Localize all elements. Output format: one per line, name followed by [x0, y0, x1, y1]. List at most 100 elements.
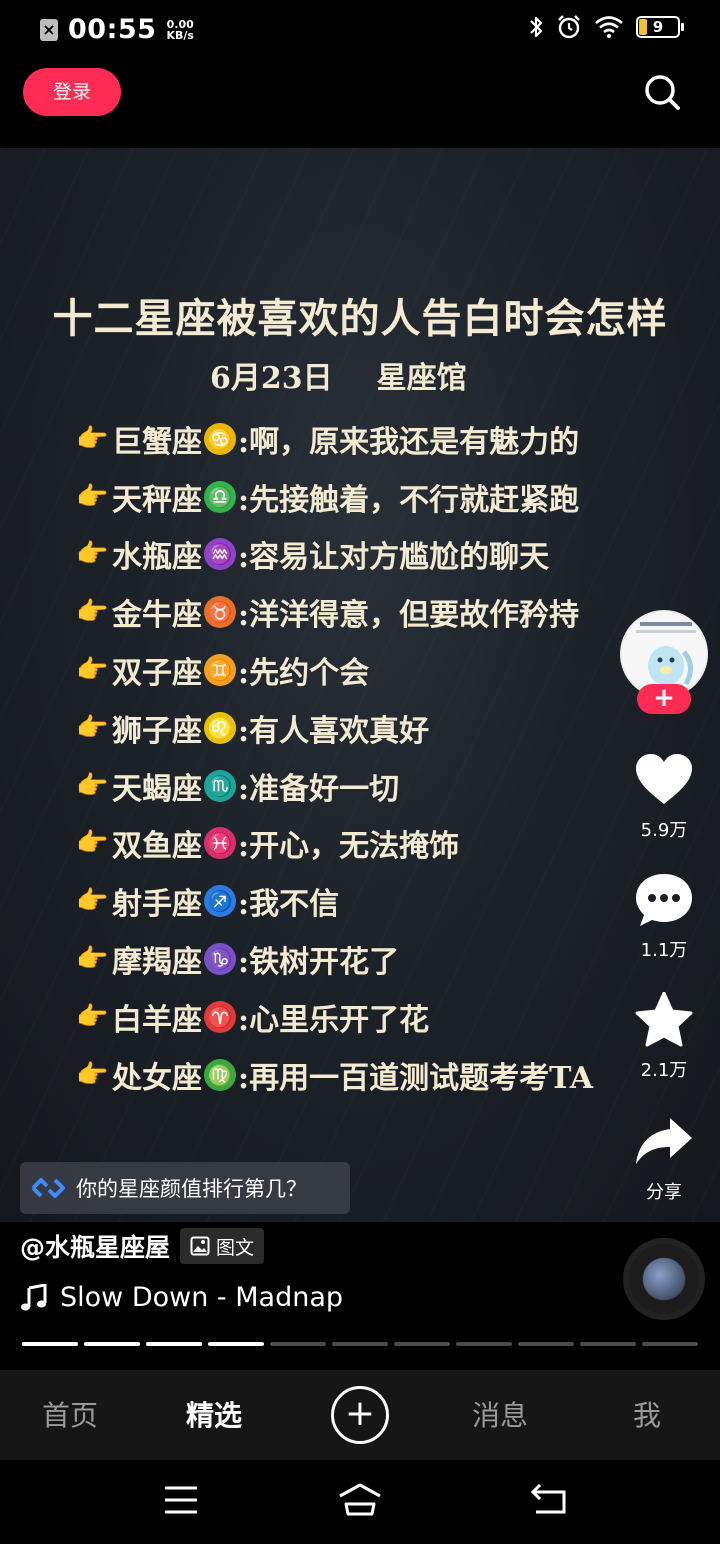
link-icon — [31, 1178, 65, 1198]
comment-button[interactable]: 1.1万 — [620, 872, 708, 962]
star-icon — [635, 991, 693, 1047]
post-image[interactable]: 十二星座被喜欢的人告白时会怎样 6月23日 星座馆 👉 巨蟹座 ♋:啊，原来我还是有… — [0, 148, 720, 1222]
carousel-segment — [332, 1342, 388, 1346]
favorite-count: 2.1万 — [640, 1060, 688, 1081]
zodiac-symbol-icon: ♑ — [204, 943, 236, 976]
zodiac-text: :心里乐开了花 — [238, 1002, 430, 1038]
zodiac-sign: 巨蟹座 — [112, 424, 202, 460]
zodiac-text: :啊，原来我还是有魅力的 — [238, 424, 580, 460]
zodiac-sign: 天秤座 — [112, 482, 202, 518]
tab-home[interactable]: 首页 — [42, 1394, 98, 1434]
wifi-icon — [595, 16, 623, 38]
battery-level: 9 — [652, 18, 664, 36]
zodiac-text: :铁树开花了 — [238, 945, 400, 981]
carousel-segment — [580, 1342, 636, 1346]
zodiac-sign: 射手座 — [112, 887, 202, 923]
zodiac-symbol-icon: ♊ — [204, 654, 236, 687]
share-label: 分享 — [646, 1182, 682, 1203]
tab-messages[interactable]: 消息 — [472, 1394, 528, 1434]
tab-bar: 首页 精选 + 消息 我 — [0, 1370, 720, 1460]
zodiac-symbol-icon: ♓ — [204, 827, 236, 860]
login-button[interactable]: 登录 — [23, 68, 121, 116]
pointing-hand-icon: 👉 — [76, 1059, 109, 1090]
music-cover — [643, 1258, 685, 1300]
status-bar: × 00:55 0.00 KB/s 9 — [0, 0, 720, 56]
share-button[interactable]: 分享 — [620, 1114, 708, 1204]
favorite-button[interactable]: 2.1万 — [620, 991, 708, 1082]
carousel-segment — [518, 1342, 574, 1346]
create-button[interactable]: + — [331, 1386, 389, 1444]
zodiac-item: 👉 狮子座 ♌:有人喜欢真好 — [76, 699, 593, 757]
pointing-hand-icon: 👉 — [76, 712, 109, 743]
post-source: 星座馆 — [376, 361, 467, 396]
comment-icon — [636, 874, 692, 926]
status-left: × 00:55 0.00 KB/s — [40, 14, 194, 45]
notification-icon: × — [40, 18, 58, 41]
zodiac-text: :先约个会 — [238, 656, 370, 692]
zodiac-sign: 双子座 — [112, 656, 202, 692]
post-type-badge: 图文 — [180, 1228, 265, 1264]
post-type-label: 图文 — [216, 1236, 255, 1259]
zodiac-sign: 摩羯座 — [112, 945, 202, 981]
like-button[interactable]: 5.9万 — [620, 752, 708, 842]
zodiac-text: :准备好一切 — [238, 771, 400, 807]
zodiac-item: 👉 双子座 ♊:先约个会 — [76, 641, 593, 699]
search-icon[interactable] — [642, 72, 682, 112]
like-count: 5.9万 — [640, 820, 688, 841]
zodiac-symbol-icon: ♍ — [204, 1058, 236, 1091]
follow-button[interactable]: + — [637, 684, 691, 714]
music-title: Slow Down - Madnap — [60, 1282, 344, 1313]
zodiac-sign: 狮子座 — [112, 713, 202, 749]
related-search-bar[interactable]: 你的星座颜值排行第几？ — [20, 1162, 350, 1214]
status-right: 9 — [528, 14, 684, 40]
author-name[interactable]: @水瓶星座屋 — [20, 1228, 170, 1264]
carousel-segment — [456, 1342, 512, 1346]
pointing-hand-icon: 👉 — [76, 423, 109, 454]
post-date: 6月23日 — [210, 361, 333, 396]
pointing-hand-icon: 👉 — [76, 770, 109, 801]
zodiac-symbol-icon: ♋ — [204, 422, 236, 455]
music-row[interactable]: Slow Down - Madnap — [20, 1282, 343, 1313]
tab-featured[interactable]: 精选 — [186, 1394, 242, 1434]
zodiac-symbol-icon: ♎ — [204, 480, 236, 513]
zodiac-item: 👉 金牛座 ♉:洋洋得意，但要故作矜持 — [76, 583, 593, 641]
top-bar: 登录 — [0, 56, 720, 148]
plus-icon: + — [344, 1393, 376, 1434]
system-nav-bar — [0, 1460, 720, 1544]
zodiac-sign: 金牛座 — [112, 598, 202, 634]
zodiac-sign: 双鱼座 — [112, 829, 202, 865]
battery-icon: 9 — [636, 16, 684, 38]
alarm-icon — [558, 15, 580, 39]
zodiac-symbol-icon: ♈ — [204, 1000, 236, 1033]
zodiac-list: 👉 巨蟹座 ♋:啊，原来我还是有魅力的 👉 天秤座 ♎:先接触着，不行就赶紧跑 👉 水瓶座 ♒:… — [76, 410, 593, 1104]
pointing-hand-icon: 👉 — [76, 1001, 109, 1032]
author-row: @水瓶星座屋 图文 — [20, 1228, 265, 1264]
music-note-icon — [21, 1283, 47, 1310]
net-speed: 0.00 KB/s — [166, 19, 193, 41]
menu-icon[interactable] — [162, 1482, 200, 1518]
zodiac-sign: 水瓶座 — [112, 540, 202, 576]
carousel-progress — [22, 1342, 698, 1346]
net-speed-value: 0.00 — [166, 17, 194, 31]
zodiac-symbol-icon: ♐ — [204, 885, 236, 918]
tab-me[interactable]: 我 — [633, 1394, 661, 1434]
music-disc[interactable] — [623, 1238, 705, 1320]
zodiac-item: 👉 双鱼座 ♓:开心，无法掩饰 — [76, 815, 593, 873]
carousel-segment — [84, 1342, 140, 1346]
comment-count: 1.1万 — [640, 940, 688, 961]
net-speed-unit: KB/s — [166, 28, 194, 42]
carousel-segment — [146, 1342, 202, 1346]
pointing-hand-icon: 👉 — [76, 886, 109, 917]
carousel-segment — [22, 1342, 78, 1346]
zodiac-symbol-icon: ♌ — [204, 711, 236, 744]
zodiac-item: 👉 处女座 ♍:再用一百道测试题考考TA — [76, 1046, 593, 1104]
status-time: 00:55 — [68, 14, 157, 45]
carousel-segment — [270, 1342, 326, 1346]
home-icon[interactable] — [336, 1482, 384, 1518]
pointing-hand-icon: 👉 — [76, 481, 109, 512]
pointing-hand-icon: 👉 — [76, 655, 109, 686]
zodiac-sign: 天蝎座 — [112, 771, 202, 807]
zodiac-text: :我不信 — [238, 887, 340, 923]
back-icon[interactable] — [530, 1482, 568, 1518]
post-title: 十二星座被喜欢的人告白时会怎样 — [52, 295, 668, 342]
